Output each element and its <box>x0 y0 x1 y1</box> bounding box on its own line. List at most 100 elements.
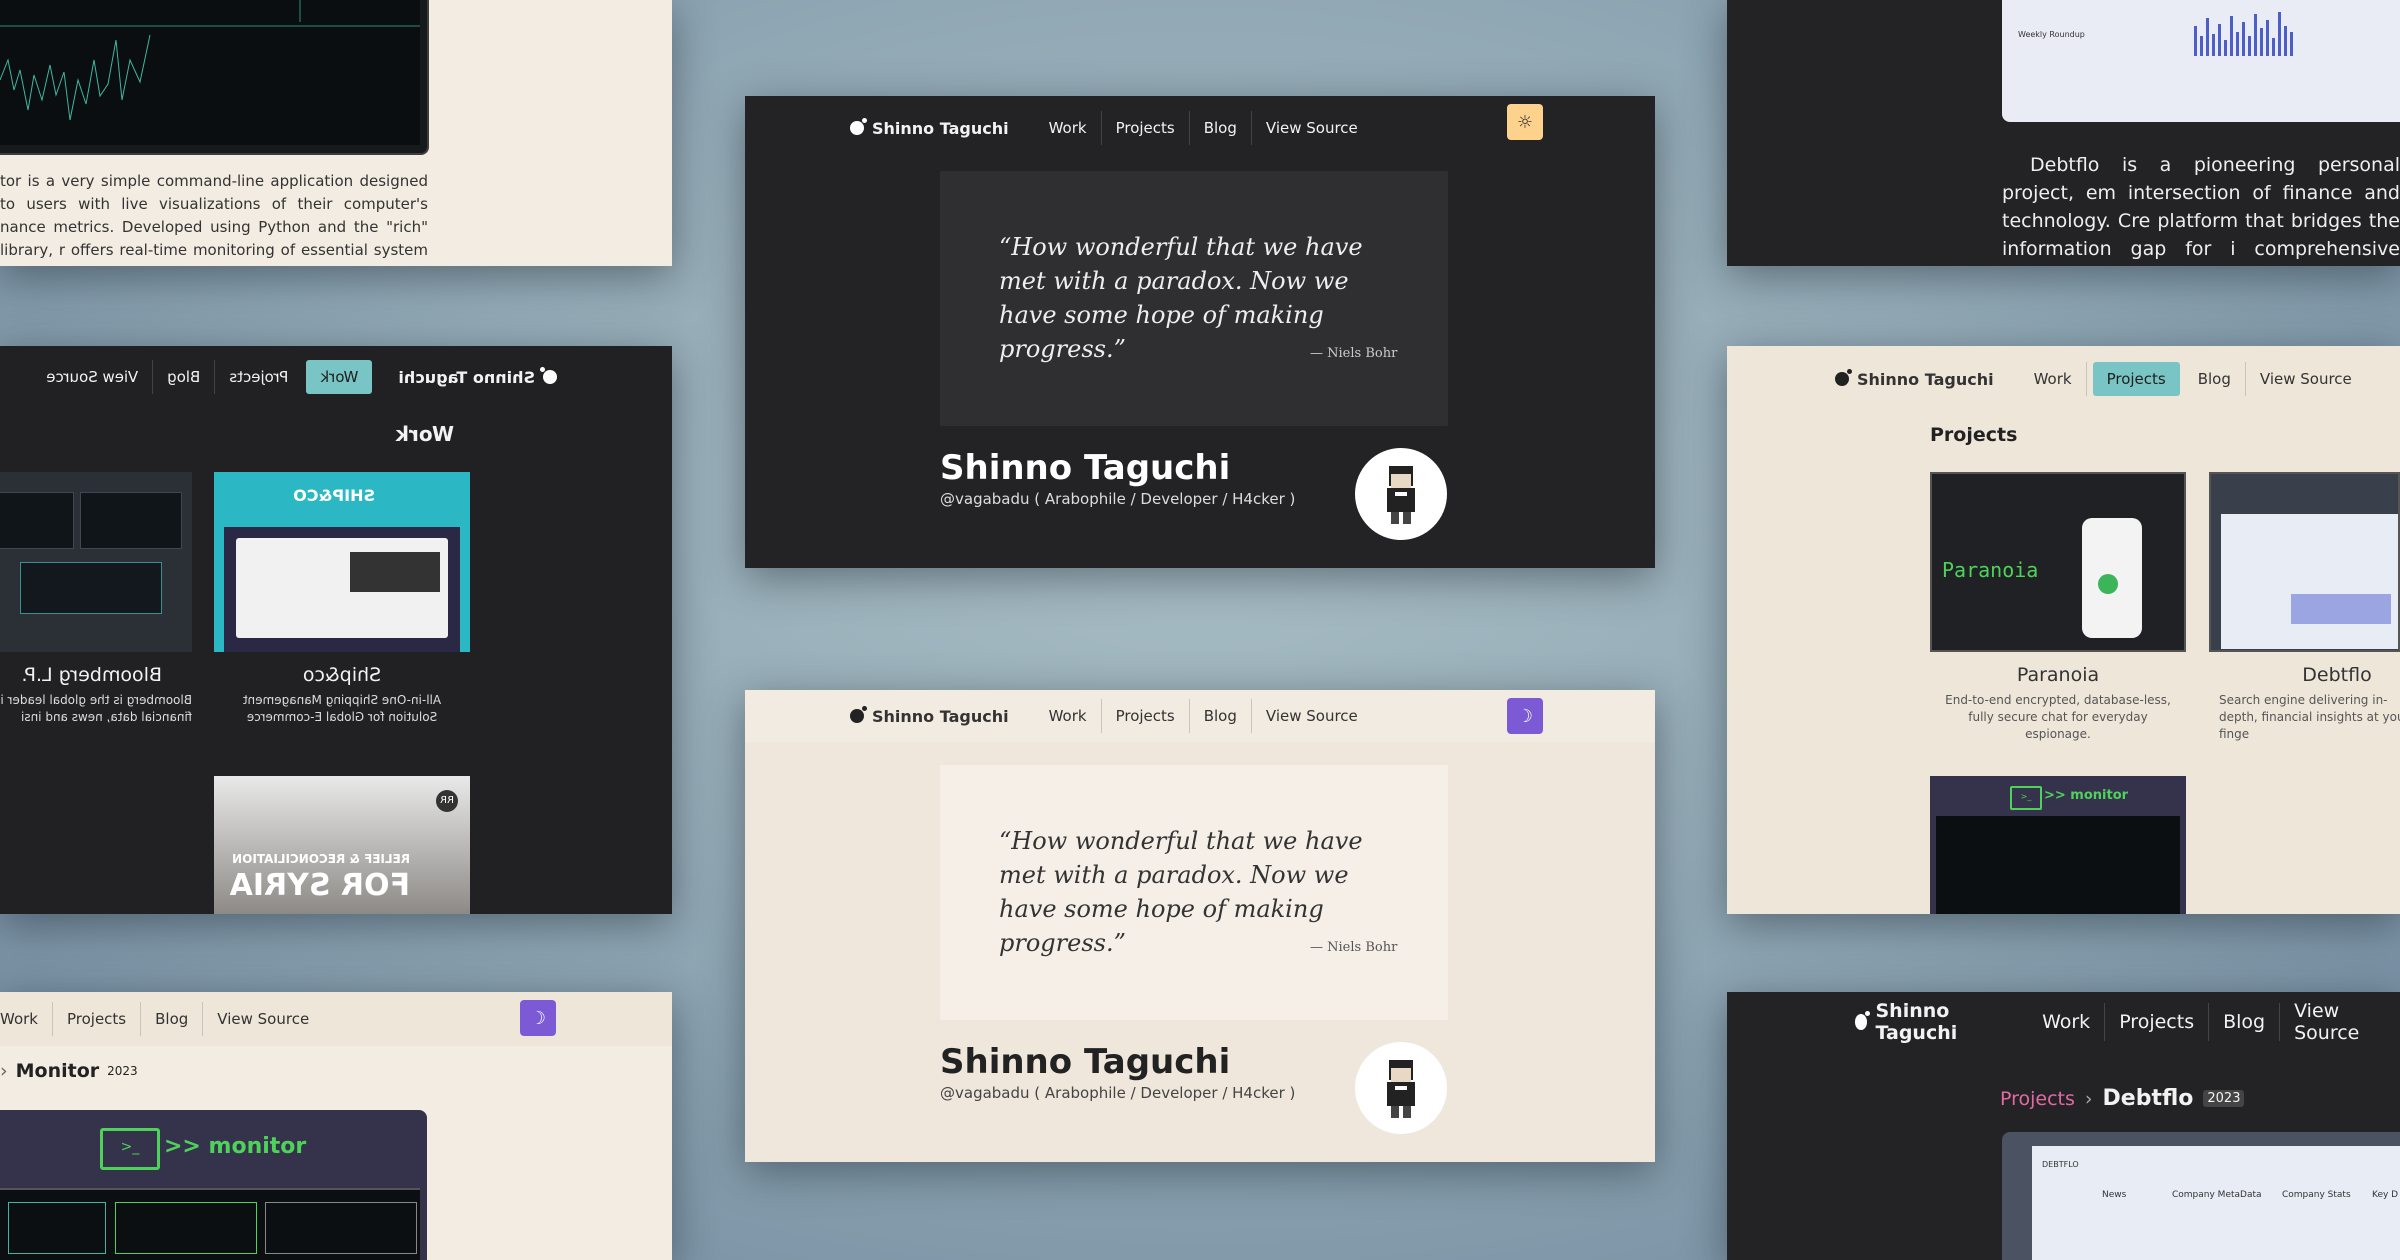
bloomberg-desc: Bloomberg is the global leader in financ… <box>0 693 192 724</box>
theme-toggle-moon[interactable]: ☽ <box>1507 698 1543 734</box>
nav-work[interactable]: Work <box>0 1002 53 1036</box>
nav-projects[interactable]: Projects <box>53 1002 142 1036</box>
weekly-roundup: Weekly Roundup <box>2018 30 2085 39</box>
breadcrumb: › Monitor 2023 <box>0 1060 138 1082</box>
home-light-card: Shinno Taguchi Work Projects Blog View S… <box>745 690 1655 1162</box>
nav-view-source[interactable]: View Source <box>1252 699 1372 733</box>
nav-blog[interactable]: Blog <box>2209 1003 2281 1041</box>
monitor-detail-card: Work Projects Blog View Source ☽ › Monit… <box>0 992 672 1260</box>
rr-logo: RR <box>436 790 458 812</box>
breadcrumb: Projects › Debtflo 2023 <box>2000 1086 2245 1111</box>
paranoia-thumbnail[interactable]: Paranoia <box>1930 472 2186 652</box>
breadcrumb-sep: › <box>0 1060 8 1082</box>
terminal-icon: >_ <box>2010 786 2042 810</box>
debtflo-detail-card: Shinno Taguchi Work Projects Blog View S… <box>1727 992 2400 1260</box>
syria-line2: FOR SYRIA <box>229 868 410 903</box>
site-brand[interactable]: Shinno Taguchi <box>850 706 1009 726</box>
moon-icon: ☽ <box>529 1007 547 1029</box>
nav-work[interactable]: Work <box>1035 111 1102 145</box>
syria-line1: RELIEF & RECONCILIATION <box>232 852 410 866</box>
nav-blog[interactable]: Blog <box>2184 362 2246 396</box>
nav-work[interactable]: Work <box>2020 362 2087 396</box>
monitor-nav: Work Projects Blog View Source <box>0 1000 323 1038</box>
debtflo-nav: Shinno Taguchi Work Projects Blog View S… <box>1855 1000 2400 1044</box>
page-title: Debtflo <box>2102 1086 2194 1111</box>
projects-nav: Shinno Taguchi Work Projects Blog View S… <box>1835 354 2366 404</box>
hero-name: Shinno Taguchi <box>940 448 1231 488</box>
monitor-banner-image: >_ >> monitor <box>0 1110 427 1260</box>
bomb-icon <box>1855 1011 1872 1030</box>
nav-projects[interactable]: Projects <box>214 360 303 394</box>
debtflo-app-screenshot: DEBTFLO News Company MetaData Company St… <box>2002 1132 2400 1260</box>
hero-name: Shinno Taguchi <box>940 1042 1231 1082</box>
tab-company-metadata[interactable]: Company MetaData <box>2172 1190 2262 1200</box>
terminal-screenshot <box>0 0 429 155</box>
nav-projects[interactable]: Projects <box>2105 1003 2210 1041</box>
monitor-description-card: tor is a very simple command-line applic… <box>0 0 672 266</box>
debtflo-description-card: Weekly Roundup Debtflo is a pioneering p… <box>1727 0 2400 266</box>
monitor-project-thumbnail[interactable]: >_ >> monitor <box>1930 776 2186 914</box>
shipco-logo: SHIP&CO <box>293 486 375 505</box>
year-badge: 2023 <box>2203 1090 2245 1107</box>
tab-key-data[interactable]: Key D <box>2372 1190 2398 1200</box>
sun-icon: ☼ <box>1516 111 1534 133</box>
shipco-thumbnail[interactable]: SHIP&CO <box>214 472 470 652</box>
paranoia-desc: End-to-end encrypted, database-less, ful… <box>1945 693 2171 741</box>
work-nav: Shinno Taguchi Work Projects Blog View S… <box>32 346 557 408</box>
site-brand[interactable]: Shinno Taguchi <box>1855 1000 2002 1044</box>
avatar-figure <box>1387 466 1415 524</box>
cpu-graph <box>0 0 420 145</box>
debtflo-bar-chart <box>2194 12 2293 56</box>
tab-news[interactable]: News <box>2102 1190 2126 1200</box>
nav-work[interactable]: Work <box>306 360 373 394</box>
hero-handle: @vagabadu ( Arabophile / Developer / H4c… <box>940 490 1296 508</box>
bloomberg-thumbnail[interactable] <box>0 472 192 652</box>
site-brand[interactable]: Shinno Taguchi <box>850 118 1009 138</box>
nav-blog[interactable]: Blog <box>1190 699 1252 733</box>
work-heading: Work <box>395 422 454 446</box>
home-dark-card: Shinno Taguchi Work Projects Blog View S… <box>745 96 1655 568</box>
debtflo-thumbnail[interactable] <box>2209 472 2400 652</box>
nav-blog[interactable]: Blog <box>152 360 215 394</box>
page-title: Monitor <box>15 1060 100 1082</box>
work-page-card: Shinno Taguchi Work Projects Blog View S… <box>0 346 672 914</box>
nav-projects[interactable]: Projects <box>2092 362 2180 396</box>
site-brand[interactable]: Shinno Taguchi <box>398 368 557 387</box>
nav-view-source[interactable]: View Source <box>203 1002 323 1036</box>
nav-view-source[interactable]: View Source <box>1252 111 1372 145</box>
bomb-icon <box>1835 369 1852 386</box>
breadcrumb-projects[interactable]: Projects <box>2000 1088 2075 1110</box>
debtflo-title[interactable]: Debtflo <box>2209 664 2400 686</box>
nav-projects[interactable]: Projects <box>1102 111 1190 145</box>
shipco-desc: All-in-One Shipping Management Solution … <box>242 693 442 724</box>
projects-heading: Projects <box>1930 424 2018 446</box>
breadcrumb-sep: › <box>2084 1087 2093 1110</box>
nav-blog[interactable]: Blog <box>141 1002 204 1036</box>
debtflo-desc: Search engine delivering in-depth, finan… <box>2219 693 2400 741</box>
shipco-title[interactable]: Ship&co <box>214 664 470 686</box>
monitor-banner: >> monitor <box>2044 788 2129 803</box>
paranoia-logo: Paranoia <box>1942 558 2039 582</box>
bomb-icon <box>850 118 867 135</box>
nav-work[interactable]: Work <box>2028 1003 2106 1041</box>
bloomberg-title[interactable]: Bloomberg L.P. <box>0 664 192 686</box>
avatar <box>1355 448 1447 540</box>
paranoia-title[interactable]: Paranoia <box>1930 664 2186 686</box>
nav-view-source[interactable]: View Source <box>32 360 152 394</box>
bomb-icon <box>850 706 867 723</box>
nav-projects[interactable]: Projects <box>1102 699 1190 733</box>
syria-thumbnail[interactable]: RR RELIEF & RECONCILIATION FOR SYRIA <box>214 776 470 914</box>
debtflo-screenshot: Weekly Roundup <box>2002 0 2400 122</box>
nav-view-source[interactable]: View Source <box>2280 992 2400 1052</box>
theme-toggle-sun[interactable]: ☼ <box>1507 104 1543 140</box>
main-nav-light: Shinno Taguchi Work Projects Blog View S… <box>850 694 1372 738</box>
nav-view-source[interactable]: View Source <box>2246 362 2366 396</box>
nav-work[interactable]: Work <box>1035 699 1102 733</box>
tab-company-stats[interactable]: Company Stats <box>2282 1190 2351 1200</box>
bomb-icon <box>543 370 557 384</box>
nav-blog[interactable]: Blog <box>1190 111 1252 145</box>
theme-toggle-moon[interactable]: ☽ <box>520 1000 556 1036</box>
site-brand[interactable]: Shinno Taguchi <box>1835 369 1994 389</box>
hero-handle: @vagabadu ( Arabophile / Developer / H4c… <box>940 1084 1296 1102</box>
quote-attribution: — Niels Bohr <box>1310 940 1398 955</box>
